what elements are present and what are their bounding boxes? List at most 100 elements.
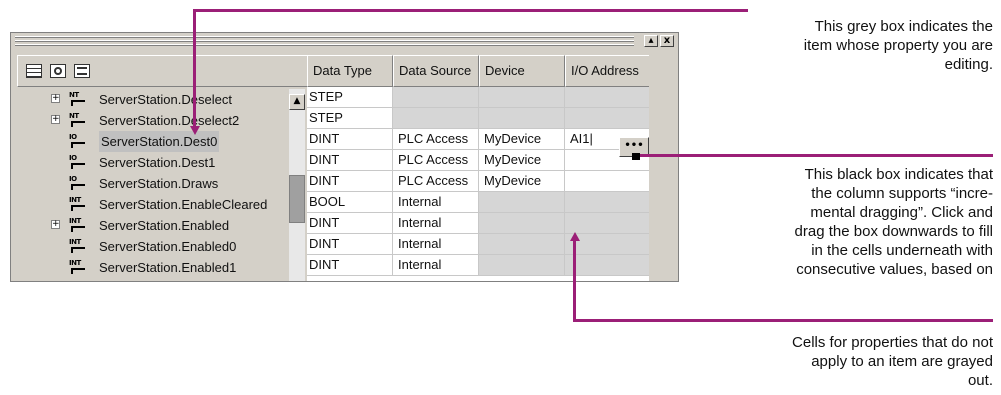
restore-button[interactable]: ▴ xyxy=(644,35,658,47)
data-source-cell xyxy=(393,108,479,129)
tag-type-icon: INT xyxy=(69,196,91,213)
tree-item[interactable]: IO ServerStation.Draws xyxy=(17,173,287,194)
tree-item-label: ServerStation.Enabled0 xyxy=(99,239,237,254)
callout-line: consecutive values, based on xyxy=(796,261,993,278)
expand-icon[interactable]: + xyxy=(51,220,60,229)
tag-connector-icon xyxy=(71,163,85,169)
vertical-scrollbar[interactable]: ▲ xyxy=(289,89,305,281)
tree-item[interactable]: IO ServerStation.Dest1 xyxy=(17,152,287,173)
callout-grey-box: This grey box indicates the item whose p… xyxy=(804,17,993,74)
tree-item-label: ServerStation.Enabled xyxy=(99,218,230,233)
tag-type-icon: INT xyxy=(69,217,91,234)
device-cell[interactable]: MyDevice xyxy=(479,129,565,150)
property-grid: Data Type Data Source Device I/O Address… xyxy=(307,55,651,281)
tree-item[interactable]: INT ServerStation.EnableCleared xyxy=(17,194,287,215)
data-source-cell[interactable]: PLC Access xyxy=(393,171,479,192)
grid-side-panel xyxy=(649,55,678,281)
data-source-cell xyxy=(393,87,479,108)
data-source-cell[interactable]: Internal xyxy=(393,192,479,213)
data-source-cell[interactable]: PLC Access xyxy=(393,150,479,171)
data-type-cell[interactable]: DINT xyxy=(307,129,393,150)
data-type-cell[interactable]: DINT xyxy=(307,234,393,255)
data-type-cell[interactable]: BOOL xyxy=(307,192,393,213)
tree-header xyxy=(17,55,308,87)
tree-item-label: ServerStation.Deselect2 xyxy=(99,113,240,128)
tag-type-label: INT xyxy=(69,196,81,204)
tag-type-label: NT xyxy=(69,91,79,99)
tree-item[interactable]: + INT ServerStation.Enabled xyxy=(17,215,287,236)
column-header-io-address[interactable]: I/O Address xyxy=(565,55,651,87)
callout-line: This black box indicates that xyxy=(804,166,993,183)
callout-arrow-grey xyxy=(190,126,200,135)
scroll-up-button[interactable]: ▲ xyxy=(289,94,305,110)
properties-icon[interactable] xyxy=(50,64,66,78)
data-source-cell[interactable]: Internal xyxy=(393,213,479,234)
tag-type-label: INT xyxy=(69,238,81,246)
callout-line: apply to an item are grayed xyxy=(811,353,993,370)
data-type-cell[interactable]: DINT xyxy=(307,150,393,171)
callout-line: Cells for properties that do not xyxy=(792,334,993,351)
tag-type-icon: INT xyxy=(69,238,91,255)
device-cell xyxy=(479,108,565,129)
device-cell xyxy=(479,87,565,108)
callout-line: item whose property you are xyxy=(803,37,993,54)
tree-item-label: ServerStation.Enabled1 xyxy=(99,260,237,275)
callout-black-box: This black box indicates that the column… xyxy=(795,165,993,279)
callout-line: This grey box indicates the xyxy=(814,18,993,35)
device-cell xyxy=(479,255,565,276)
tree-item[interactable]: INT ServerStation.Enabled1 xyxy=(17,257,287,278)
tree-item-label-selected: ServerStation.Dest0 xyxy=(99,131,220,152)
tree-item-label: ServerStation.Draws xyxy=(99,176,219,191)
tag-type-label: IO xyxy=(69,154,77,162)
tag-browser-window: ▴ x + NT ServerStation.Deselect + NT ServerSt… xyxy=(10,32,679,282)
data-type-cell[interactable]: DINT xyxy=(307,171,393,192)
tag-connector-icon xyxy=(71,247,85,253)
device-cell xyxy=(479,192,565,213)
scroll-thumb[interactable] xyxy=(289,175,305,223)
tree-item[interactable]: IO ServerStation.Dest0 xyxy=(17,131,287,152)
tag-connector-icon xyxy=(71,205,85,211)
data-source-cell[interactable]: PLC Access xyxy=(393,129,479,150)
expand-icon[interactable]: + xyxy=(51,115,60,124)
io-address-cell xyxy=(565,87,651,108)
data-type-cell[interactable]: DINT xyxy=(307,213,393,234)
callout-line: editing. xyxy=(944,56,993,73)
column-header-data-type[interactable]: Data Type xyxy=(307,55,393,87)
data-type-cell[interactable]: STEP xyxy=(307,87,393,108)
tag-type-label: IO xyxy=(69,133,77,141)
device-cell[interactable]: MyDevice xyxy=(479,150,565,171)
tree-item-label: ServerStation.EnableCleared xyxy=(99,197,268,212)
tree-view-icon[interactable] xyxy=(74,64,90,78)
callout-grayed-cells: Cells for properties that do not apply t… xyxy=(792,333,993,390)
close-button[interactable]: x xyxy=(660,35,674,47)
tag-type-icon: INT xyxy=(69,259,91,276)
tree-item[interactable]: INT ServerStation.Enabled0 xyxy=(17,236,287,257)
io-address-cell xyxy=(565,108,651,129)
data-source-cell[interactable]: Internal xyxy=(393,255,479,276)
callout-line: mental dragging”. Click and xyxy=(810,204,993,221)
column-header-device[interactable]: Device xyxy=(479,55,565,87)
tree-item[interactable]: + NT ServerStation.Deselect xyxy=(17,89,287,110)
data-type-cell[interactable]: STEP xyxy=(307,108,393,129)
window-titlebar[interactable]: ▴ x xyxy=(11,33,678,49)
tag-type-icon: NT xyxy=(69,112,91,129)
callout-line-black xyxy=(640,154,993,157)
incremental-drag-handle[interactable] xyxy=(632,153,640,160)
callout-line-gray-vertical xyxy=(573,240,576,322)
io-address-cell[interactable] xyxy=(565,171,651,192)
device-cell xyxy=(479,213,565,234)
callout-line-gray-horizontal xyxy=(573,319,993,322)
tag-connector-icon xyxy=(71,268,85,274)
io-address-cell xyxy=(565,192,651,213)
data-source-cell[interactable]: Internal xyxy=(393,234,479,255)
io-address-cell xyxy=(565,213,651,234)
callout-line: out. xyxy=(967,372,993,389)
device-cell[interactable]: MyDevice xyxy=(479,171,565,192)
titlebar-grip xyxy=(15,36,634,46)
tree-item[interactable]: + NT ServerStation.Deselect2 xyxy=(17,110,287,131)
column-header-data-source[interactable]: Data Source xyxy=(393,55,479,87)
list-view-icon[interactable] xyxy=(26,64,42,78)
data-type-cell[interactable]: DINT xyxy=(307,255,393,276)
device-cell xyxy=(479,234,565,255)
expand-icon[interactable]: + xyxy=(51,94,60,103)
